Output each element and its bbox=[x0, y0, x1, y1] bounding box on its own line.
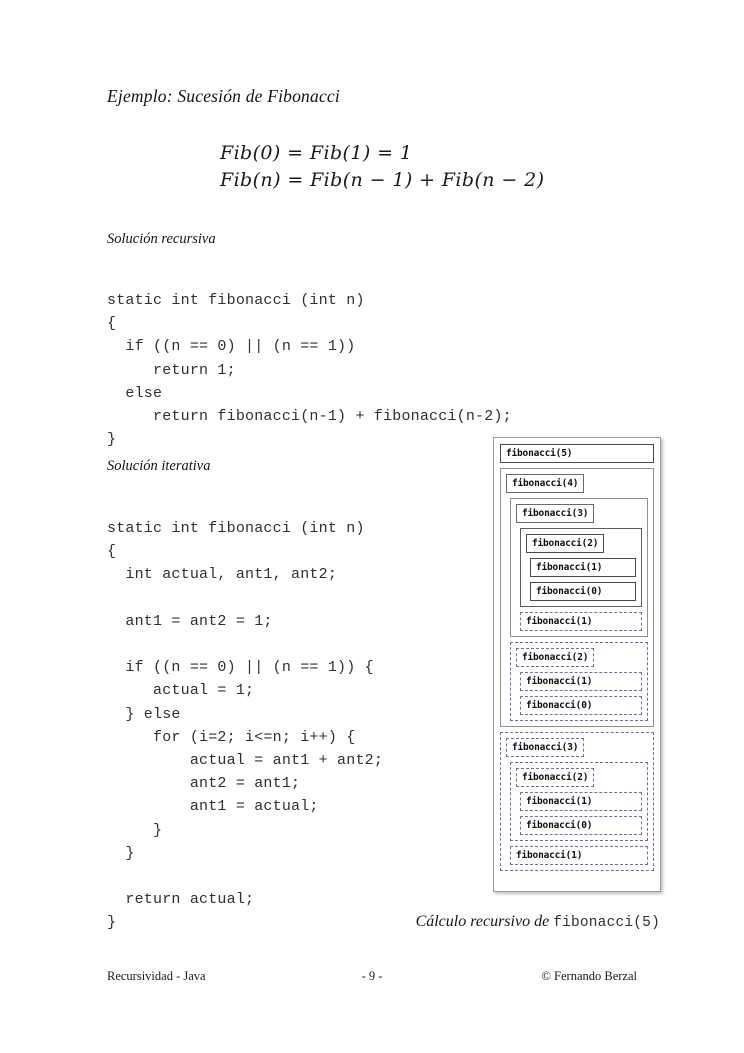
page-title: Ejemplo: Sucesión de Fibonacci bbox=[107, 86, 340, 106]
call-frame-fibonacci-3-b: fibonacci(3) fibonacci(2) fibonacci(1) f… bbox=[500, 732, 654, 871]
call-box-fibonacci-0-c: fibonacci(0) bbox=[520, 816, 642, 835]
call-frame-fibonacci-3-a: fibonacci(3) fibonacci(2) fibonacci(1) f… bbox=[510, 498, 648, 637]
call-box-fibonacci-0-b: fibonacci(0) bbox=[520, 696, 642, 715]
call-box-fibonacci-3-b: fibonacci(3) bbox=[506, 738, 585, 757]
footer-left-text: Recursividad - Java bbox=[107, 969, 206, 983]
call-box-fibonacci-3-a: fibonacci(3) bbox=[516, 504, 595, 523]
call-box-fibonacci-5: fibonacci(5) bbox=[500, 444, 654, 463]
call-box-fibonacci-1-c: fibonacci(1) bbox=[520, 672, 642, 691]
caption-italic-text: Cálculo recursivo de bbox=[415, 913, 554, 930]
call-box-fibonacci-2-a: fibonacci(2) bbox=[526, 534, 605, 553]
heading-solucion-recursiva: Solución recursiva bbox=[107, 231, 216, 247]
formula-line-recurrence: Fib(n) = Fib(n − 1) + Fib(n − 2) bbox=[220, 169, 545, 191]
call-frame-fibonacci-2-c: fibonacci(2) fibonacci(1) fibonacci(0) bbox=[510, 762, 648, 841]
footer-copyright: © Fernando Berzal bbox=[541, 969, 637, 983]
code-block-recursive: static int fibonacci (int n) { if ((n ==… bbox=[107, 292, 512, 449]
call-frame-fibonacci-4: fibonacci(4) fibonacci(3) fibonacci(2) f… bbox=[500, 468, 654, 727]
code-block-iterative: static int fibonacci (int n) { int actua… bbox=[107, 520, 384, 932]
footer-page-number: - 9 - bbox=[361, 969, 383, 983]
document-page: Ejemplo: Sucesión de Fibonacci Fib(0) = … bbox=[0, 0, 744, 1053]
call-frame-fibonacci-2-b: fibonacci(2) fibonacci(1) fibonacci(0) bbox=[510, 642, 648, 721]
fibonacci-formula-block: Fib(0) = Fib(1) = 1 Fib(n) = Fib(n − 1) … bbox=[220, 140, 544, 194]
call-box-fibonacci-2-c: fibonacci(2) bbox=[516, 768, 595, 787]
call-box-fibonacci-1-e: fibonacci(1) bbox=[510, 846, 648, 865]
call-box-fibonacci-2-b: fibonacci(2) bbox=[516, 648, 595, 667]
formula-line-base-case: Fib(0) = Fib(1) = 1 bbox=[220, 142, 413, 164]
call-box-fibonacci-1-d: fibonacci(1) bbox=[520, 792, 642, 811]
caption-mono-text: fibonacci(5) bbox=[553, 915, 660, 931]
recursion-diagram: fibonacci(5) fibonacci(4) fibonacci(3) f… bbox=[493, 437, 661, 892]
call-box-fibonacci-1-b: fibonacci(1) bbox=[520, 612, 642, 631]
call-box-fibonacci-0-a: fibonacci(0) bbox=[530, 582, 636, 601]
call-box-fibonacci-4: fibonacci(4) bbox=[506, 474, 585, 493]
diagram-caption: Cálculo recursivo de fibonacci(5) bbox=[240, 913, 660, 931]
page-footer: Recursividad - Java - 9 - © Fernando Ber… bbox=[107, 969, 637, 984]
diagram-outer-frame: fibonacci(5) fibonacci(4) fibonacci(3) f… bbox=[493, 437, 661, 892]
call-frame-fibonacci-2-a: fibonacci(2) fibonacci(1) fibonacci(0) bbox=[520, 528, 642, 607]
heading-solucion-iterativa: Solución iterativa bbox=[107, 458, 211, 474]
call-box-fibonacci-1-a: fibonacci(1) bbox=[530, 558, 636, 577]
